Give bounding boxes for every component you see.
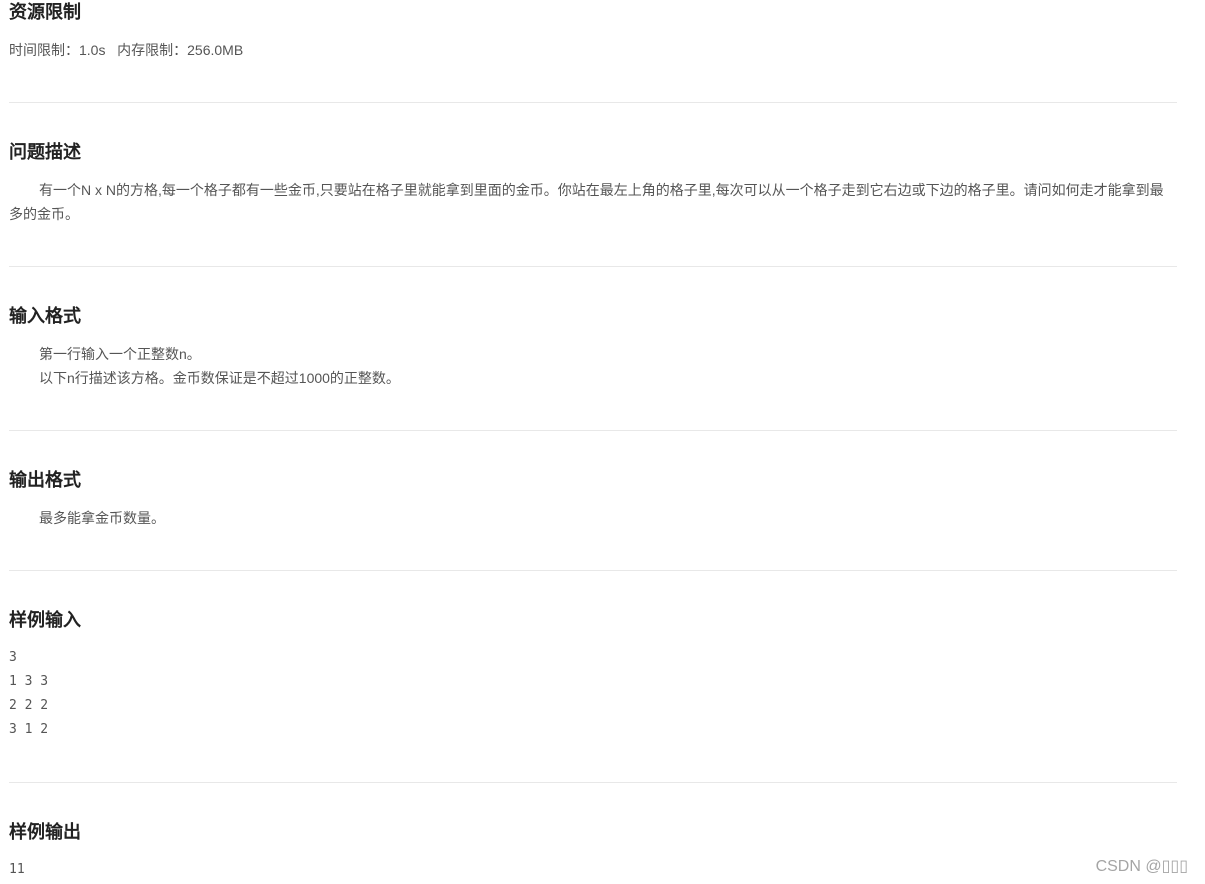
sample-output-line: 11	[9, 862, 25, 877]
input-format-heading: 输入格式	[9, 306, 81, 326]
output-format-text: 最多能拿金币数量。	[39, 510, 165, 526]
sample-input-line: 3	[9, 650, 17, 665]
input-format-line: 第一行输入一个正整数n。	[39, 346, 201, 362]
sample-input-line: 3 1 2	[9, 722, 49, 737]
csdn-watermark: CSDN @▯▯▯	[1095, 858, 1188, 875]
description-heading: 问题描述	[9, 142, 81, 162]
output-format-heading: 输出格式	[9, 470, 81, 490]
divider	[9, 782, 1177, 783]
divider	[9, 430, 1177, 431]
sample-input-line: 2 2 2	[9, 698, 49, 713]
divider	[9, 102, 1177, 103]
description-text: 有一个N x N的方格,每一个格子都有一些金币,只要站在格子里就能拿到里面的金币…	[9, 182, 1164, 222]
divider	[9, 266, 1177, 267]
resource-limits: 时间限制：1.0s 内存限制：256.0MB	[9, 42, 244, 58]
sample-output-heading: 样例输出	[9, 822, 81, 842]
sample-input-block: 3 1 3 3 2 2 2 3 1 2	[9, 646, 48, 742]
sample-input-heading: 样例输入	[9, 610, 81, 630]
resource-heading: 资源限制	[9, 2, 81, 22]
divider	[9, 570, 1177, 571]
sample-input-line: 1 3 3	[9, 674, 49, 689]
input-format-line: 以下n行描述该方格。金币数保证是不超过1000的正整数。	[39, 370, 400, 386]
